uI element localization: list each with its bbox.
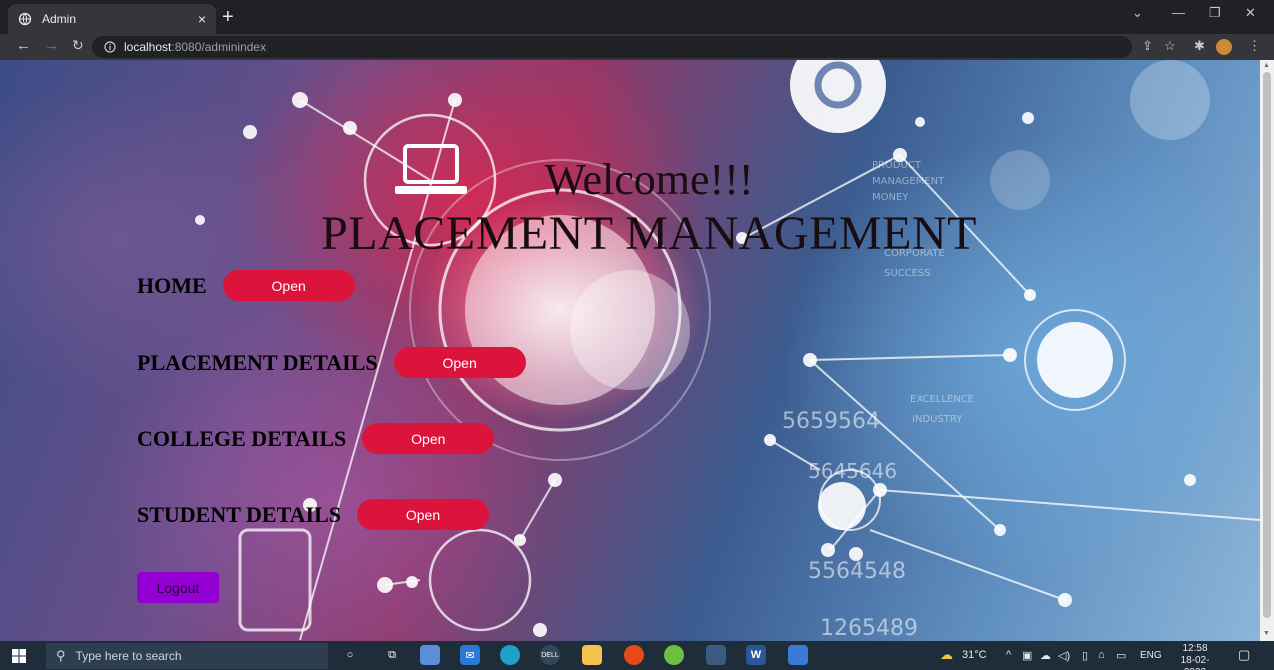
url-host: localhost	[124, 40, 172, 54]
placement-details-open-button[interactable]: Open	[393, 347, 526, 378]
menu-row-college-details: COLLEGE DETAILS Open	[137, 423, 495, 454]
bg-word-5: SUCCESS	[884, 268, 931, 279]
bg-number-4: 1265489	[820, 616, 918, 641]
tab-close-icon[interactable]: ×	[198, 11, 206, 27]
edge-browser-icon[interactable]	[500, 645, 520, 665]
taskbar-search-input[interactable]: ⚲ Type here to search	[46, 643, 328, 669]
chrome-browser-icon[interactable]	[624, 645, 644, 665]
language-indicator[interactable]: ENG	[1140, 650, 1162, 661]
task-view-icon[interactable]: ⧉	[382, 645, 402, 665]
home-open-button[interactable]: Open	[222, 270, 355, 301]
taskbar-search-placeholder: Type here to search	[75, 649, 182, 663]
bg-number-3: 5564548	[808, 559, 906, 584]
screen: Admin × + ⌄ — ❐ ✕ ← → ↻ localhost :8080/…	[0, 0, 1274, 670]
battery-icon[interactable]: ▯	[1082, 649, 1088, 662]
globe-icon	[18, 12, 32, 26]
share-icon[interactable]: ⇪	[1142, 38, 1153, 54]
browser-tab[interactable]: Admin ×	[8, 4, 216, 34]
logout-button[interactable]: Logout	[137, 572, 219, 603]
weather-icon[interactable]: ☁	[940, 647, 953, 663]
windows-taskbar: ⚲ Type here to search ○ ⧉ ✉ DELL W ☁ 31°…	[0, 641, 1274, 670]
network-icon[interactable]: ⌂	[1098, 649, 1105, 661]
scroll-down-icon[interactable]: ▼	[1263, 630, 1270, 637]
eclipse-app-icon[interactable]	[664, 645, 684, 665]
volume-icon[interactable]: ◁)	[1058, 649, 1070, 662]
menu-row-student-details: STUDENT DETAILS Open	[137, 499, 489, 530]
snipping-tool-icon[interactable]	[706, 645, 726, 665]
menu-row-placement-details: PLACEMENT DETAILS Open	[137, 347, 526, 378]
menu-kebab-icon[interactable]: ⋮	[1248, 38, 1261, 54]
profile-avatar[interactable]	[1216, 39, 1232, 55]
notification-tray-icon[interactable]: ▣	[1022, 649, 1032, 662]
menu-label-home: HOME	[137, 272, 207, 298]
browser-toolbar: ← → ↻ localhost :8080/adminindex ⇪ ☆ ✱ ⋮	[0, 34, 1274, 60]
menu-label-placement-details: PLACEMENT DETAILS	[137, 349, 378, 375]
forward-icon[interactable]: →	[44, 37, 59, 54]
photos-app-icon[interactable]	[420, 645, 440, 665]
bookmark-star-icon[interactable]: ☆	[1164, 38, 1176, 54]
search-icon: ⚲	[56, 648, 66, 663]
scroll-up-icon[interactable]: ▲	[1263, 62, 1270, 69]
cortana-icon[interactable]: ○	[340, 645, 360, 665]
extensions-icon[interactable]: ✱	[1194, 38, 1205, 54]
new-tab-button[interactable]: +	[222, 6, 234, 28]
file-explorer-icon[interactable]	[582, 645, 602, 665]
menu-label-college-details: COLLEGE DETAILS	[137, 425, 347, 451]
bg-number-1: 5659564	[782, 409, 880, 434]
onedrive-icon[interactable]: ☁	[1040, 649, 1051, 662]
chevron-up-icon[interactable]: ^	[1006, 649, 1011, 661]
url-path: :8080/adminindex	[171, 40, 267, 54]
scrollbar-thumb[interactable]	[1263, 72, 1271, 618]
word-app-icon[interactable]: W	[746, 645, 766, 665]
page-scrollbar[interactable]: ▲ ▼	[1260, 60, 1274, 641]
action-center-icon[interactable]: ▢	[1238, 647, 1250, 663]
tab-search-icon[interactable]: ⌄	[1132, 5, 1143, 21]
reload-icon[interactable]: ↻	[72, 37, 84, 54]
dell-app-icon[interactable]: DELL	[540, 645, 560, 665]
college-details-open-button[interactable]: Open	[362, 423, 495, 454]
bg-number-2: 5645646	[808, 459, 897, 483]
close-window-icon[interactable]: ✕	[1245, 5, 1256, 21]
tab-title: Admin	[42, 12, 77, 26]
restore-icon[interactable]: ❐	[1209, 5, 1221, 21]
welcome-heading: Welcome!!!	[544, 155, 754, 204]
system-clock[interactable]: 12:58 18-02-2022	[1172, 643, 1218, 670]
windows-start-icon[interactable]	[12, 649, 26, 663]
mail-app-icon[interactable]: ✉	[460, 645, 480, 665]
clock-date: 18-02-2022	[1180, 655, 1210, 670]
page-title: PLACEMENT MANAGEMENT	[321, 207, 977, 260]
photo-viewer-icon[interactable]	[788, 645, 808, 665]
back-icon[interactable]: ←	[16, 37, 31, 54]
keyboard-icon[interactable]: ▭	[1116, 649, 1126, 662]
address-bar[interactable]: localhost :8080/adminindex	[92, 36, 1132, 58]
menu-label-student-details: STUDENT DETAILS	[137, 501, 341, 527]
bg-word-6: EXCELLENCE	[910, 394, 974, 405]
minimize-icon[interactable]: —	[1172, 5, 1185, 20]
clock-time: 12:58	[1182, 643, 1208, 654]
menu-row-home: HOME Open	[137, 270, 355, 301]
student-details-open-button[interactable]: Open	[356, 499, 489, 530]
bg-word-7: INDUSTRY	[912, 414, 963, 425]
weather-temperature[interactable]: 31°C	[962, 649, 987, 661]
browser-tab-bar: Admin × + ⌄ — ❐ ✕	[0, 0, 1274, 34]
info-icon[interactable]	[104, 41, 116, 53]
page-viewport: 5659564 5645646 5564548 1265489 PRODUCT …	[0, 60, 1274, 641]
